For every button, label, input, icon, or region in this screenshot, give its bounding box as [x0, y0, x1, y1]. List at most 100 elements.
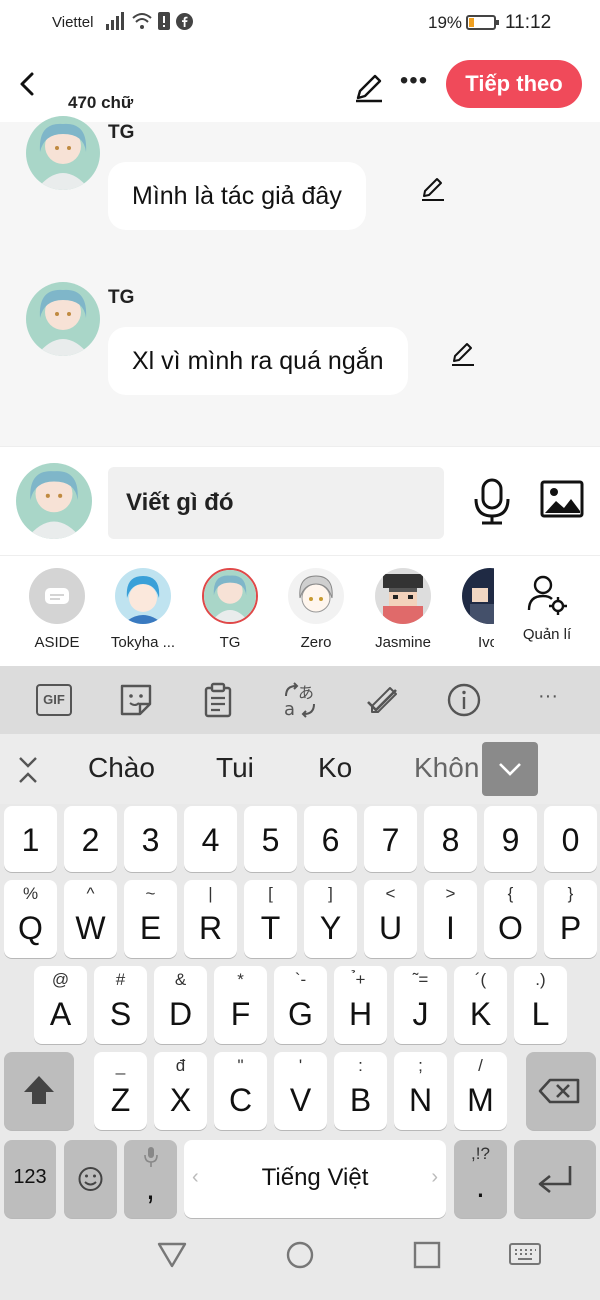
number-key[interactable]: 8 [424, 806, 477, 872]
edit-message-icon[interactable] [418, 174, 448, 204]
numbers-mode-key[interactable]: 123 [4, 1140, 56, 1218]
character-tg[interactable]: TG [185, 568, 275, 651]
letter-key[interactable]: } P [544, 880, 597, 958]
letter-key[interactable]: [T [244, 880, 297, 958]
letter-key[interactable]: | R [184, 880, 237, 958]
letter-key[interactable]: ' V [274, 1052, 327, 1130]
keyboard-switch-icon[interactable] [508, 1242, 542, 1268]
letter-key[interactable]: < U [364, 880, 417, 958]
number-key[interactable]: 1 [4, 806, 57, 872]
gif-icon[interactable]: GIF [36, 684, 72, 716]
microphone-icon[interactable] [470, 477, 514, 525]
back-arrow-icon[interactable] [14, 68, 42, 100]
expand-suggestions-button[interactable] [482, 742, 538, 796]
suggestion-word[interactable]: Tui [216, 752, 254, 784]
key-label: G [288, 996, 313, 1032]
suggestion-word[interactable]: Chào [88, 752, 155, 784]
edit-message-icon[interactable] [448, 339, 478, 369]
key-label: B [349, 1082, 372, 1118]
key-label: Q [18, 910, 43, 946]
message-input[interactable] [108, 467, 444, 539]
character-aside[interactable]: ASIDE [12, 568, 102, 651]
pencil-icon[interactable] [352, 70, 386, 104]
more-options-icon[interactable]: ••• [398, 69, 430, 100]
letter-key[interactable]: ^ W [64, 880, 117, 958]
recents-square-icon[interactable] [412, 1240, 442, 1270]
manage-characters[interactable]: Quản lí [502, 568, 592, 643]
letter-key[interactable]: đX [154, 1052, 207, 1130]
next-button[interactable]: Tiếp theo [446, 60, 582, 108]
space-key[interactable]: Tiếng Việt ‹ › [184, 1140, 446, 1218]
punctuation-key[interactable]: ,!?. [454, 1140, 507, 1218]
number-key[interactable]: 5 [244, 806, 297, 872]
letter-key[interactable]: ; N [394, 1052, 447, 1130]
letter-key[interactable]: > I [424, 880, 477, 958]
letter-key[interactable]: _ Z [94, 1052, 147, 1130]
back-triangle-icon[interactable] [156, 1240, 188, 1270]
number-key[interactable]: 3 [124, 806, 177, 872]
system-navigation-bar [0, 1220, 600, 1300]
number-key[interactable]: 0 [544, 806, 597, 872]
suggestion-word[interactable]: Ko [318, 752, 352, 784]
letter-key[interactable]: `- G [274, 966, 327, 1044]
character-jasmine[interactable]: Jasmine [358, 568, 448, 651]
clipboard-icon[interactable] [200, 682, 236, 718]
letter-key[interactable]: .) L [514, 966, 567, 1044]
sticker-icon[interactable] [118, 682, 154, 718]
letter-key[interactable]: / M [454, 1052, 507, 1130]
translate-icon[interactable]: aあ [282, 682, 318, 718]
current-character-avatar[interactable] [16, 463, 92, 539]
number-key[interactable]: 4 [184, 806, 237, 872]
carrier-label: Viettel [52, 14, 94, 31]
letter-key[interactable]: ̉+ H [334, 966, 387, 1044]
key-secondary-label: { [507, 884, 514, 903]
shift-key[interactable] [4, 1052, 74, 1130]
signal-icon [106, 12, 124, 30]
letter-key[interactable]: # S [94, 966, 147, 1044]
letter-key[interactable]: ~ E [124, 880, 177, 958]
number-key[interactable]: 2 [64, 806, 117, 872]
key-secondary-label: đ [175, 1056, 186, 1075]
letter-key[interactable]: :B [334, 1052, 387, 1130]
emoji-key[interactable] [64, 1140, 117, 1218]
home-circle-icon[interactable] [285, 1240, 315, 1270]
message-bubble[interactable]: Xl vì mình ra quá ngắn [108, 327, 408, 395]
chevron-right-icon: › [431, 1166, 438, 1188]
letter-key[interactable]: ] Y [304, 880, 357, 958]
author-avatar[interactable] [26, 116, 100, 190]
key-secondary-label: ,!? [471, 1144, 490, 1163]
emoji-icon [78, 1167, 103, 1191]
suggestion-word[interactable]: Khôn [414, 752, 479, 784]
info-icon[interactable] [446, 682, 482, 718]
author-avatar[interactable] [26, 282, 100, 356]
handwriting-icon[interactable] [364, 682, 400, 718]
letter-key[interactable]: * F [214, 966, 267, 1044]
letter-key[interactable]: ´(K [454, 966, 507, 1044]
more-icon[interactable]: ··· [530, 682, 566, 718]
key-label: X [169, 1082, 192, 1118]
letter-key[interactable]: {O [484, 880, 537, 958]
key-label: 6 [321, 822, 340, 858]
character-ivo[interactable]: Ivo [444, 568, 494, 651]
key-label: K [469, 996, 492, 1032]
character-zero[interactable]: Zero [271, 568, 361, 651]
character-tokyha[interactable]: Tokyha ... [98, 568, 188, 651]
number-key[interactable]: 6 [304, 806, 357, 872]
image-icon[interactable] [540, 479, 584, 519]
message-bubble[interactable]: Mình là tác giả đây [108, 162, 366, 230]
letter-key[interactable]: & D [154, 966, 207, 1044]
backspace-key[interactable] [526, 1052, 596, 1130]
key-label: 3 [141, 822, 160, 858]
number-key[interactable]: 9 [484, 806, 537, 872]
comma-key[interactable]: , [124, 1140, 177, 1218]
number-key[interactable]: 7 [364, 806, 417, 872]
letter-key[interactable]: ˜= J [394, 966, 447, 1044]
key-secondary-label: & [174, 970, 187, 989]
collapse-icon[interactable] [14, 754, 42, 786]
letter-key[interactable]: @ A [34, 966, 87, 1044]
enter-key[interactable] [514, 1140, 596, 1218]
key-secondary-label: ; [418, 1056, 423, 1075]
letter-key[interactable]: % Q [4, 880, 57, 958]
key-label: N [408, 1082, 433, 1118]
letter-key[interactable]: " C [214, 1052, 267, 1130]
